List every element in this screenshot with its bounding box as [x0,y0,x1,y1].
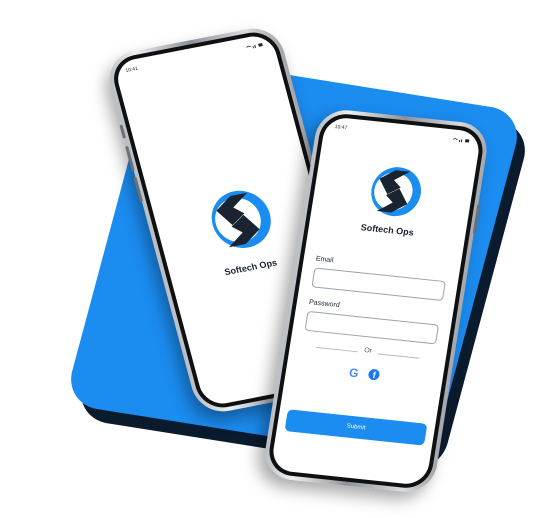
softech-logo-icon [211,190,271,248]
softech-logo-icon [371,167,421,217]
status-time: 10:41 [124,65,139,75]
email-field[interactable] [311,267,446,301]
mockup-stage: 10:41 Softech Ops 10:47 Softech Ops Emai… [0,0,543,518]
password-label: Password [308,299,341,310]
status-icons [245,41,265,52]
social-login: G f [285,357,443,391]
status-bar: 10:41 [125,41,265,76]
wifi-signal-battery-icon [452,138,470,143]
app-name: Softech Ops [360,222,415,238]
wifi-signal-battery-icon [246,43,263,49]
status-icons [451,136,470,146]
facebook-icon[interactable]: f [367,368,381,381]
submit-button[interactable]: Submit [284,409,428,446]
or-divider: Or [315,342,420,363]
email-label: Email [315,255,334,265]
google-icon[interactable]: G [348,365,359,380]
status-time: 10:47 [334,123,348,132]
password-field[interactable] [304,310,440,345]
